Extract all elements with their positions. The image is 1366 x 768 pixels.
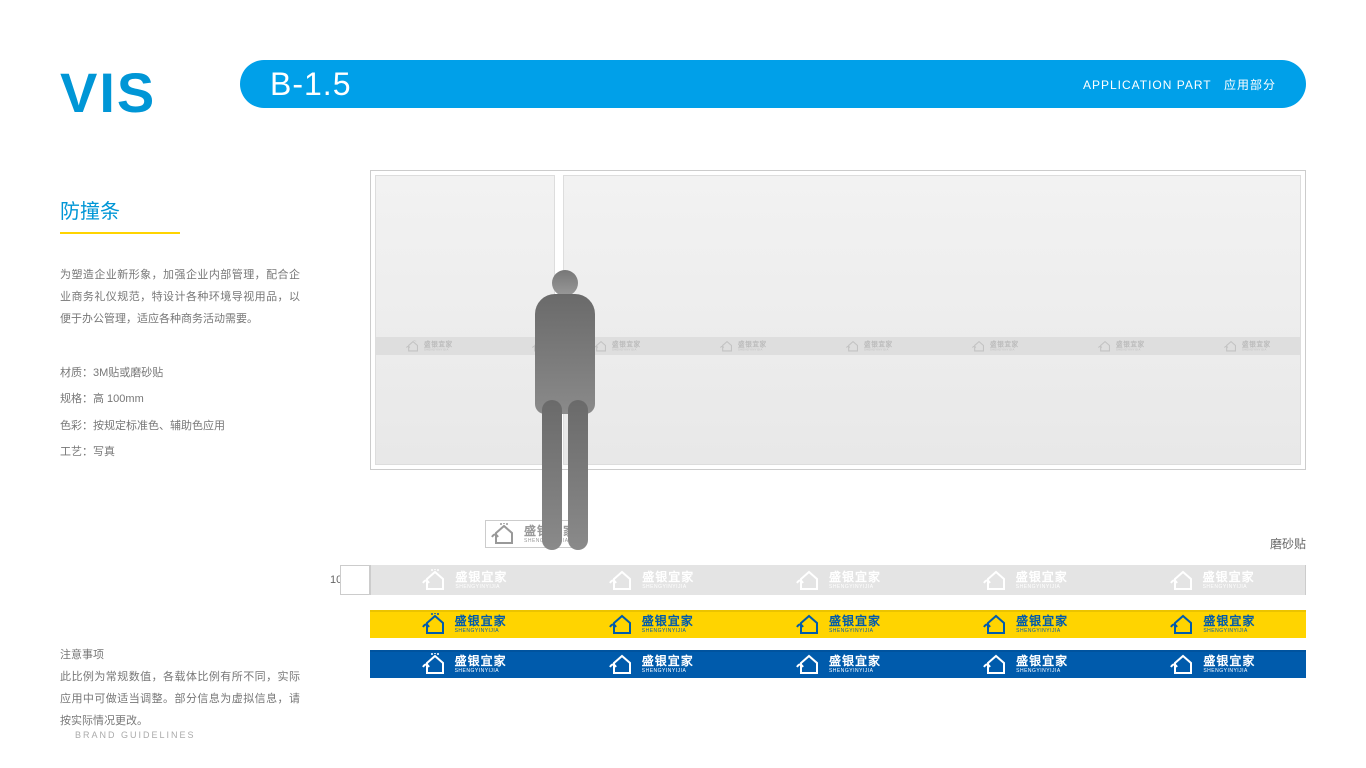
logo-mark: 盛银宜家SHENGYINYIJIA: [719, 340, 766, 352]
spec-material: 材质：3M贴或磨砂贴: [60, 360, 300, 386]
house-icon: [490, 523, 518, 545]
logo-mark: 盛银宜家SHENGYINYIJIA: [608, 569, 694, 591]
logo-mark: 盛银宜家SHENGYINYIJIA: [1169, 653, 1255, 675]
footer-label: BRAND GUIDELINES: [75, 730, 196, 740]
page: VIS B-1.5 APPLICATION PART 应用部分 防撞条 为塑造企…: [0, 0, 1366, 768]
vis-title: VIS: [60, 60, 156, 125]
glass-pane-right: 盛银宜家SHENGYINYIJIA 盛银宜家SHENGYINYIJIA 盛银宜家…: [563, 175, 1301, 465]
logo-mark: 盛银宜家SHENGYINYIJIA: [795, 613, 881, 635]
category-cn: 应用部分: [1224, 78, 1276, 92]
ruler-box: [340, 565, 370, 595]
strip-blue: 盛银宜家SHENGYINYIJIA 盛银宜家SHENGYINYIJIA 盛银宜家…: [370, 650, 1306, 678]
logo-mark: 盛银宜家SHENGYINYIJIA: [1169, 569, 1255, 591]
section-title: 防撞条: [60, 195, 300, 224]
main-illustration: 盛银宜家SHENGYINYIJIA 盛银宜家SHENGYINYIJIA 盛银宜家…: [370, 170, 1306, 470]
logo-mark: 盛银宜家SHENGYINYIJIA: [405, 340, 452, 352]
logo-mark: 盛银宜家SHENGYINYIJIA: [795, 653, 881, 675]
notes-title: 注意事项: [60, 646, 300, 662]
logo-mark: 盛银宜家SHENGYINYIJIA: [982, 569, 1068, 591]
person-silhouette: [520, 270, 610, 560]
logo-mark: 盛银宜家SHENGYINYIJIA: [1223, 340, 1270, 352]
category-en: APPLICATION PART: [1083, 78, 1212, 92]
strip-frosted: 盛银宜家SHENGYINYIJIA 盛银宜家SHENGYINYIJIA 盛银宜家…: [370, 565, 1306, 595]
logo-mark: 盛银宜家SHENGYINYIJIA: [795, 569, 881, 591]
side-panel: 防撞条 为塑造企业新形象，加强企业内部管理，配合企业商务礼仪规范，特设计各种环境…: [60, 195, 300, 732]
spec-size: 规格：高 100mm: [60, 386, 300, 412]
glass-door-illustration: 盛银宜家SHENGYINYIJIA 盛银宜家SHENGYINYIJIA 盛银宜家…: [370, 170, 1306, 470]
title-underline: [60, 232, 180, 234]
logo-mark: 盛银宜家SHENGYINYIJIA: [421, 613, 507, 635]
logo-mark: 盛银宜家SHENGYINYIJIA: [982, 613, 1068, 635]
logo-mark: 盛银宜家SHENGYINYIJIA: [1097, 340, 1144, 352]
logo-mark: 盛银宜家SHENGYINYIJIA: [1169, 613, 1255, 635]
logo-mark: 盛银宜家SHENGYINYIJIA: [421, 653, 507, 675]
logo-mark: 盛银宜家SHENGYINYIJIA: [971, 340, 1018, 352]
strip-yellow: 盛银宜家SHENGYINYIJIA 盛银宜家SHENGYINYIJIA 盛银宜家…: [370, 610, 1306, 638]
logo-mark: 盛银宜家SHENGYINYIJIA: [845, 340, 892, 352]
frosted-label: 磨砂贴: [1270, 535, 1306, 552]
header-category: APPLICATION PART 应用部分: [1083, 76, 1276, 93]
header-bar: B-1.5 APPLICATION PART 应用部分: [240, 60, 1306, 108]
logo-mark: 盛银宜家SHENGYINYIJIA: [608, 653, 694, 675]
notes-body: 此比例为常规数值，各载体比例有所不同，实际应用中可做适当调整。部分信息为虚拟信息…: [60, 666, 300, 732]
spec-craft: 工艺：写真: [60, 439, 300, 465]
description-text: 为塑造企业新形象，加强企业内部管理，配合企业商务礼仪规范，特设计各种环境导视用品…: [60, 264, 300, 330]
logo-mark: 盛银宜家SHENGYINYIJIA: [608, 613, 694, 635]
logo-mark: 盛银宜家SHENGYINYIJIA: [982, 653, 1068, 675]
strip-on-glass-right: 盛银宜家SHENGYINYIJIA 盛银宜家SHENGYINYIJIA 盛银宜家…: [564, 337, 1300, 355]
page-code: B-1.5: [270, 66, 351, 103]
spec-color: 色彩：按规定标准色、辅助色应用: [60, 413, 300, 439]
logo-mark: 盛银宜家SHENGYINYIJIA: [421, 569, 507, 591]
